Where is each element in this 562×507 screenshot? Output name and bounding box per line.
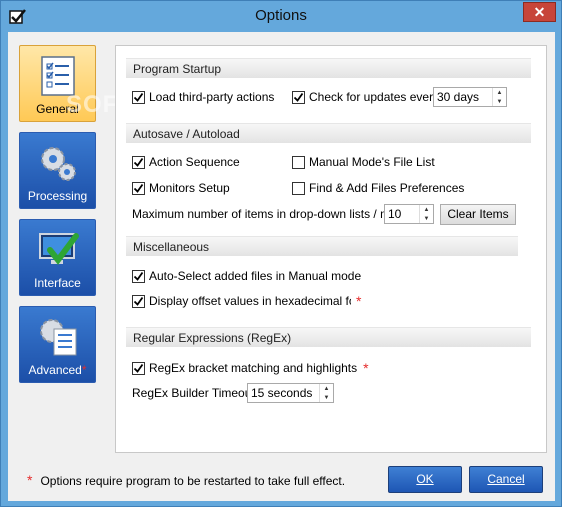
window-title: Options <box>255 7 307 24</box>
clear-items-button[interactable]: Clear Items <box>440 204 516 225</box>
check-updates-option[interactable]: Check for updates every <box>292 88 439 106</box>
restart-required-star: * <box>81 363 87 377</box>
regex-timeout-spinner[interactable]: 15 seconds ▲ ▼ <box>247 383 334 403</box>
ok-button[interactable]: OK <box>388 466 462 493</box>
check-icon <box>133 157 144 167</box>
nav-advanced[interactable]: Advanced* <box>19 306 96 383</box>
max-items-spinner[interactable]: 10 ▲ ▼ <box>384 204 434 224</box>
max-items-label: Maximum number of items in drop-down lis… <box>132 207 420 221</box>
title-bar[interactable]: Options ✕ <box>1 1 561 32</box>
manual-mode-list-checkbox[interactable] <box>292 155 305 169</box>
close-button[interactable]: ✕ <box>523 2 556 22</box>
check-icon <box>133 92 144 102</box>
load-third-party-label: Load third-party actions <box>149 90 275 104</box>
spin-down-icon[interactable]: ▼ <box>420 214 433 223</box>
nav-processing-label: Processing <box>27 189 88 203</box>
nav-interface[interactable]: Interface <box>19 219 96 296</box>
restart-required-star: * <box>363 360 369 376</box>
nav-general-label: General <box>36 102 79 116</box>
section-header-misc: Miscellaneous <box>126 236 518 256</box>
regex-bracket-option[interactable]: RegEx bracket matching and highlights * <box>132 359 369 377</box>
find-add-prefs-label: Find & Add Files Preferences <box>309 181 465 195</box>
auto-select-checkbox[interactable] <box>132 269 145 283</box>
options-window: Options ✕ General Processing Interface A… <box>0 0 562 507</box>
load-third-party-option[interactable]: Load third-party actions <box>132 88 274 106</box>
regex-timeout-value[interactable]: 15 seconds <box>248 384 319 402</box>
monitors-setup-option[interactable]: Monitors Setup <box>132 179 230 197</box>
regex-timeout-label: RegEx Builder Timeout: <box>132 386 259 400</box>
section-header-regex: Regular Expressions (RegEx) <box>126 327 531 347</box>
spin-down-icon[interactable]: ▼ <box>320 393 333 402</box>
max-items-value[interactable]: 10 <box>385 205 419 223</box>
spin-up-icon[interactable]: ▲ <box>420 205 433 214</box>
check-updates-checkbox[interactable] <box>292 90 305 104</box>
find-add-prefs-option[interactable]: Find & Add Files Preferences <box>292 179 464 197</box>
monitor-check-icon <box>39 233 79 265</box>
dialog-client-area: General Processing Interface Advanced* P… <box>8 32 555 501</box>
gears-icon <box>41 147 76 181</box>
display-offset-label: Display offset values in hexadecimal for… <box>149 294 351 308</box>
section-header-startup: Program Startup <box>126 58 531 78</box>
restart-note-text: Options require program to be restarted … <box>40 474 346 488</box>
checklist-icon <box>41 56 75 96</box>
check-icon <box>133 271 144 281</box>
find-add-prefs-checkbox[interactable] <box>292 181 305 195</box>
action-sequence-label: Action Sequence <box>149 155 240 169</box>
spin-down-icon[interactable]: ▼ <box>493 97 506 106</box>
nav-interface-label: Interface <box>34 276 81 290</box>
action-sequence-option[interactable]: Action Sequence <box>132 153 240 171</box>
display-offset-option[interactable]: Display offset values in hexadecimal for… <box>132 292 361 310</box>
check-icon <box>293 92 304 102</box>
action-sequence-checkbox[interactable] <box>132 155 145 169</box>
regex-bracket-label: RegEx bracket matching and highlights <box>149 361 358 375</box>
restart-required-star: * <box>356 293 362 309</box>
manual-mode-list-label: Manual Mode's File List <box>309 155 435 169</box>
regex-bracket-checkbox[interactable] <box>132 361 145 375</box>
nav-advanced-label: Advanced* <box>20 363 95 377</box>
display-offset-checkbox[interactable] <box>132 294 145 308</box>
update-interval-value[interactable]: 30 days <box>434 88 492 106</box>
restart-required-star: * <box>27 472 33 488</box>
spin-up-icon[interactable]: ▲ <box>320 384 333 393</box>
gear-list-icon <box>40 319 77 356</box>
cancel-button[interactable]: Cancel <box>469 466 543 493</box>
load-third-party-checkbox[interactable] <box>132 90 145 104</box>
check-icon <box>133 363 144 373</box>
nav-general[interactable]: General <box>19 45 96 122</box>
spin-up-icon[interactable]: ▲ <box>493 88 506 97</box>
auto-select-option[interactable]: Auto-Select added files in Manual mode <box>132 267 361 285</box>
close-icon: ✕ <box>533 3 546 20</box>
check-icon <box>133 183 144 193</box>
monitors-setup-checkbox[interactable] <box>132 181 145 195</box>
check-icon <box>133 296 144 306</box>
check-updates-label: Check for updates every <box>309 90 440 104</box>
auto-select-label: Auto-Select added files in Manual mode <box>149 269 362 283</box>
update-interval-spinner[interactable]: 30 days ▲ ▼ <box>433 87 507 107</box>
manual-mode-list-option[interactable]: Manual Mode's File List <box>292 153 435 171</box>
general-settings-panel: Program Startup Load third-party actions… <box>115 45 547 453</box>
nav-advanced-text: Advanced <box>28 363 82 377</box>
nav-processing[interactable]: Processing <box>19 132 96 209</box>
monitors-setup-label: Monitors Setup <box>149 181 230 195</box>
section-header-autosave: Autosave / Autoload <box>126 123 531 143</box>
restart-note: * Options require program to be restarted… <box>27 472 345 488</box>
